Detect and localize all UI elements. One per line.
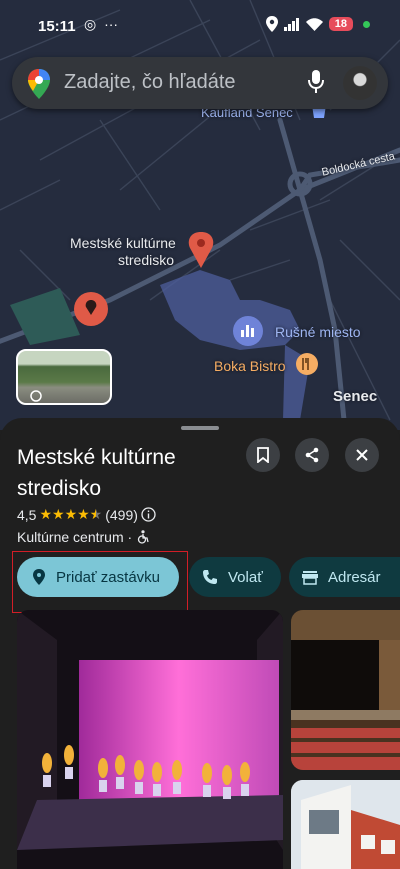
status-time: 15:11 — [38, 18, 76, 35]
directory-button[interactable]: Adresár — [289, 557, 400, 597]
share-icon — [305, 447, 319, 463]
category-row: Kultúrne centrum · — [17, 529, 150, 545]
avatar[interactable] — [343, 66, 377, 100]
whatsapp-icon: ◎ — [84, 16, 97, 32]
place-title: Mestské kultúrne stredisko — [17, 442, 237, 504]
close-icon — [356, 449, 368, 461]
photo-theater-hall[interactable] — [291, 610, 400, 770]
call-label: Volať — [228, 568, 263, 586]
info-icon[interactable] — [141, 507, 156, 522]
highlight-box — [12, 551, 188, 613]
maps-logo-icon — [28, 69, 50, 99]
map-label-town: Senec — [333, 388, 378, 405]
drag-handle[interactable] — [181, 426, 219, 430]
place-title-line2: stredisko — [17, 477, 102, 500]
map-label-bistro[interactable]: Boka Bistro — [214, 358, 286, 374]
map-label-place-line2[interactable]: stredisko — [118, 252, 174, 268]
photo-building[interactable] — [291, 780, 400, 869]
share-button[interactable] — [295, 438, 329, 472]
place-title-line1: Mestské kultúrne — [17, 446, 176, 469]
review-count: (499) — [105, 506, 138, 523]
wifi-icon — [305, 17, 323, 31]
place-sheet: Mestské kultúrne stredisko 4,5 ★★★★★ (49… — [0, 418, 400, 869]
star-rating-icon: ★★★★★ — [39, 506, 103, 522]
map-label-place-line1[interactable]: Mestské kultúrne — [70, 235, 176, 251]
status-left-icons: ◎ ··· — [84, 16, 118, 33]
status-bar: 15:11 ◎ ··· 18 — [0, 0, 400, 52]
rating-value: 4,5 — [17, 506, 37, 523]
photo-main[interactable] — [17, 610, 283, 869]
street-view-thumbnail[interactable] — [16, 349, 112, 405]
search-input[interactable]: Zadajte, čo hľadáte — [64, 71, 236, 94]
bookmark-icon — [257, 447, 269, 463]
close-button[interactable] — [345, 438, 379, 472]
location-icon — [265, 16, 278, 32]
call-button[interactable]: Volať — [189, 557, 281, 597]
mic-icon[interactable] — [308, 69, 324, 95]
battery-indicator: 18 — [328, 17, 353, 31]
privacy-dot-icon — [363, 20, 370, 28]
directory-label: Adresár — [328, 568, 381, 586]
map-label-busy-place[interactable]: Rušné miesto — [275, 324, 361, 340]
more-icon: ··· — [104, 16, 119, 32]
wheelchair-icon — [137, 530, 149, 544]
store-icon — [302, 570, 318, 585]
save-button[interactable] — [246, 438, 280, 472]
rating-row[interactable]: 4,5 ★★★★★ (499) — [17, 506, 156, 523]
signal-icon — [283, 17, 299, 31]
category-text: Kultúrne centrum · — [17, 529, 133, 545]
search-bar[interactable]: Zadajte, čo hľadáte — [12, 57, 388, 109]
phone-icon — [203, 570, 217, 584]
